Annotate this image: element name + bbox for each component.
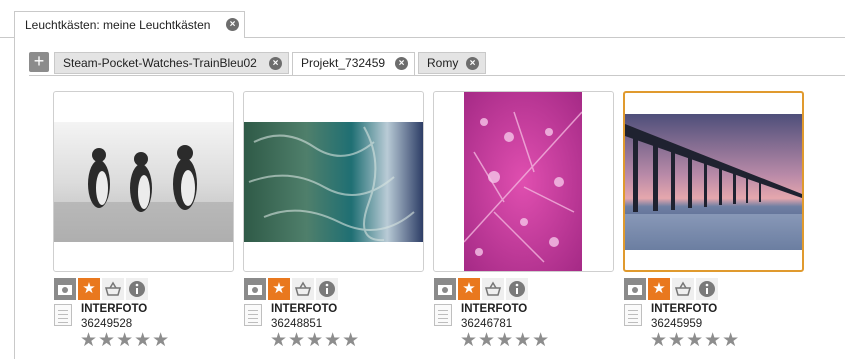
camera-icon[interactable] <box>244 278 266 300</box>
camera-icon[interactable] <box>54 278 76 300</box>
rating-stars[interactable]: ★★★★★ <box>80 330 170 352</box>
image-id: 36248851 <box>271 318 323 330</box>
favorite-star-icon[interactable]: ★ <box>648 278 670 300</box>
image-card[interactable] <box>243 91 424 272</box>
camera-icon[interactable] <box>434 278 456 300</box>
camera-icon[interactable] <box>624 278 646 300</box>
add-lightbox-button[interactable]: + <box>29 52 49 72</box>
rating-stars[interactable]: ★★★★★ <box>650 330 740 352</box>
supplier-name: INTERFOTO <box>461 303 528 315</box>
rating-stars[interactable]: ★★★★★ <box>270 330 360 352</box>
close-icon[interactable]: × <box>269 57 282 70</box>
close-icon[interactable]: × <box>466 57 479 70</box>
close-icon[interactable]: × <box>395 57 408 70</box>
image-id: 36249528 <box>81 318 133 330</box>
lightbox-tabs: + Steam-Pocket-Watches-TrainBleu02 × Pro… <box>29 52 845 76</box>
supplier-name: INTERFOTO <box>271 303 338 315</box>
document-icon[interactable] <box>244 304 262 326</box>
tab-steam-pocket-watches[interactable]: Steam-Pocket-Watches-TrainBleu02 × <box>54 52 289 74</box>
basket-icon[interactable] <box>102 278 124 300</box>
basket-icon[interactable] <box>672 278 694 300</box>
document-icon[interactable] <box>624 304 642 326</box>
info-icon[interactable] <box>126 278 148 300</box>
tab-projekt[interactable]: Projekt_732459 × <box>292 52 415 76</box>
basket-icon[interactable] <box>292 278 314 300</box>
photo-thumbnail <box>244 122 423 242</box>
document-icon[interactable] <box>54 304 72 326</box>
divider <box>29 75 845 76</box>
rating-stars[interactable]: ★★★★★ <box>460 330 550 352</box>
tab-label: Projekt_732459 <box>301 56 386 70</box>
image-card[interactable] <box>53 91 234 272</box>
image-card[interactable] <box>623 91 804 272</box>
image-card[interactable] <box>433 91 614 272</box>
photo-thumbnail <box>464 92 582 271</box>
favorite-star-icon[interactable]: ★ <box>268 278 290 300</box>
supplier-name: INTERFOTO <box>651 303 718 315</box>
document-icon[interactable] <box>434 304 452 326</box>
favorite-star-icon[interactable]: ★ <box>78 278 100 300</box>
tab-label: Steam-Pocket-Watches-TrainBleu02 <box>63 56 257 70</box>
photo-thumbnail <box>625 114 802 250</box>
image-id: 36246781 <box>461 318 513 330</box>
basket-icon[interactable] <box>482 278 504 300</box>
supplier-name: INTERFOTO <box>81 303 148 315</box>
info-icon[interactable] <box>696 278 718 300</box>
tab-lightboxes[interactable]: Leuchtkästen: meine Leuchtkästen × <box>14 11 245 37</box>
close-icon[interactable]: × <box>226 18 239 31</box>
favorite-star-icon[interactable]: ★ <box>458 278 480 300</box>
lightbox-header: Leuchtkästen: meine Leuchtkästen × <box>0 0 845 38</box>
info-icon[interactable] <box>506 278 528 300</box>
tab-romy[interactable]: Romy × <box>418 52 486 74</box>
tab-label: Romy <box>427 56 459 70</box>
info-icon[interactable] <box>316 278 338 300</box>
photo-thumbnail <box>54 122 233 242</box>
image-id: 36245959 <box>651 318 703 330</box>
tab-lightboxes-label: Leuchtkästen: meine Leuchtkästen <box>25 18 211 32</box>
